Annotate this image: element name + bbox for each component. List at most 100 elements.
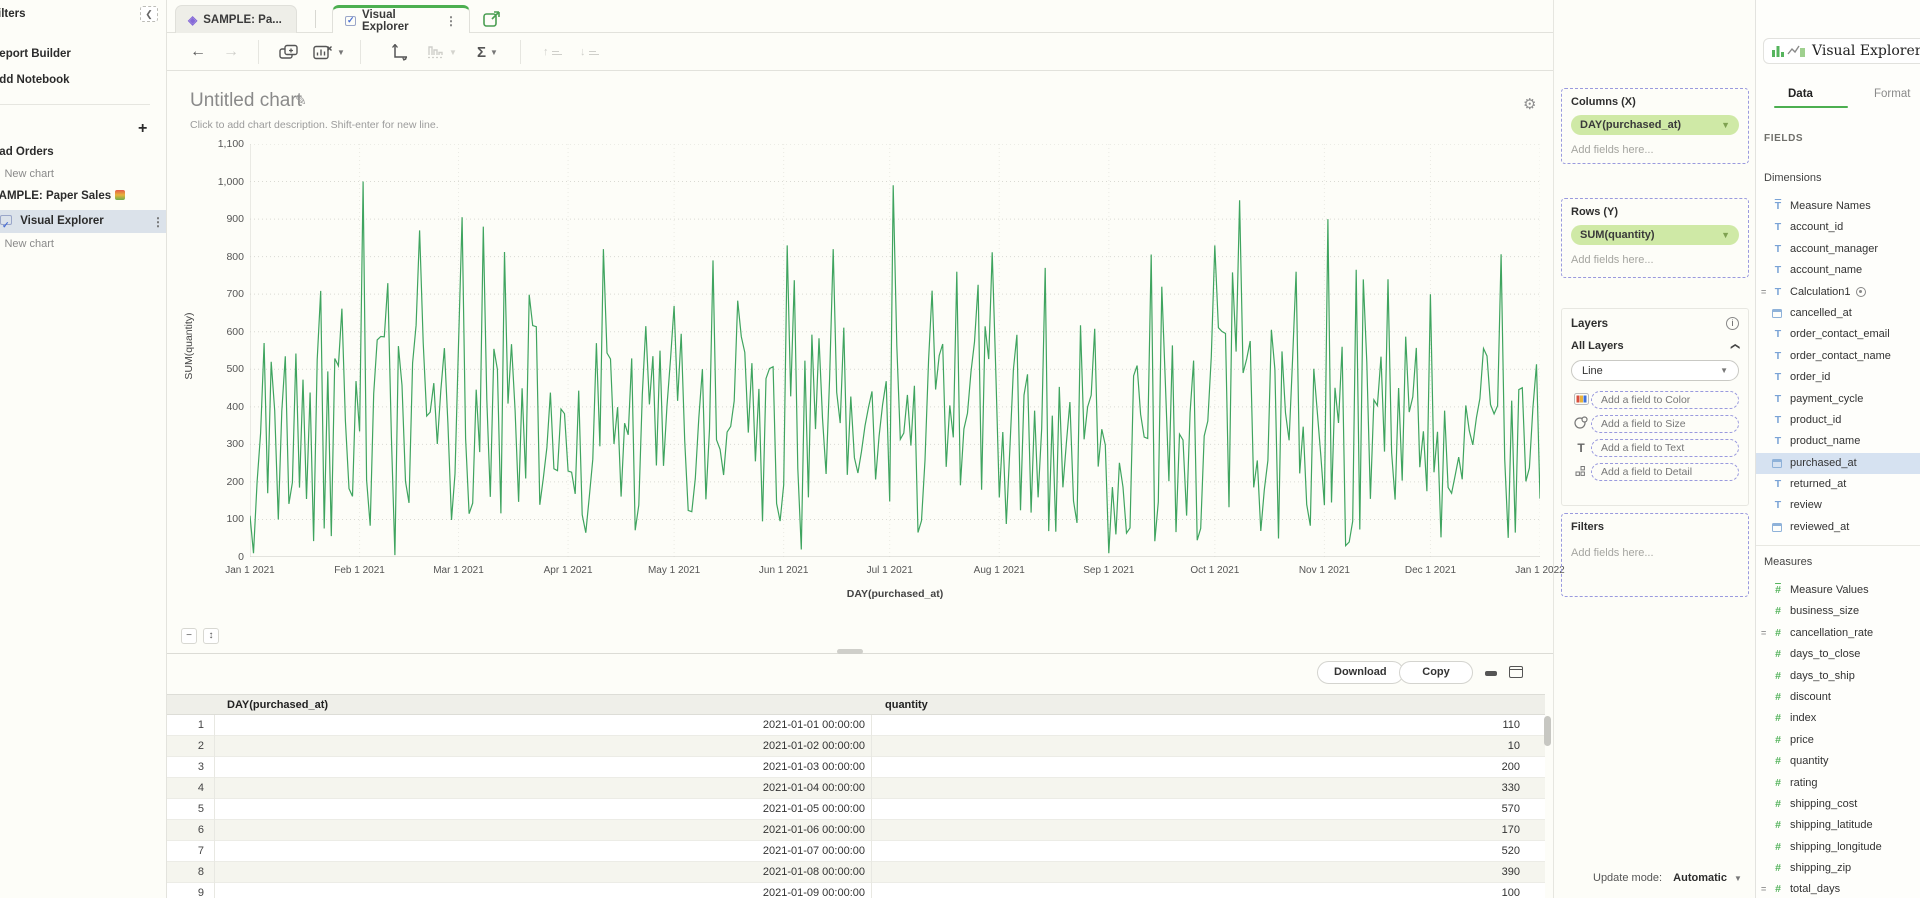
sidebar-item-sample-paper-sales[interactable]: SAMPLE: Paper Sales — [0, 190, 167, 202]
field-item-days-to-ship[interactable]: #days_to_ship — [1756, 666, 1920, 687]
chevron-down-icon[interactable]: ▼ — [1721, 230, 1730, 240]
add-field-to-color[interactable]: Add a field to Color — [1591, 391, 1739, 409]
rows-field-pill[interactable]: SUM(quantity) ▼ — [1571, 225, 1739, 245]
field-item-account-manager[interactable]: Taccount_manager — [1756, 239, 1920, 260]
add-fields-placeholder[interactable]: Add fields here... — [1571, 144, 1739, 156]
table-row[interactable]: 72021-01-07 00:00:00520 — [167, 841, 1545, 862]
histogram-icon[interactable]: ▼ — [427, 41, 457, 63]
field-item-shipping-cost[interactable]: #shipping_cost — [1756, 794, 1920, 815]
back-button[interactable]: ← — [190, 41, 206, 63]
remove-chart-icon[interactable]: ▼ — [313, 41, 345, 63]
share-chart-icon[interactable] — [482, 9, 504, 29]
tab-menu-icon[interactable]: ⋮ — [445, 14, 457, 28]
field-item-discount[interactable]: #discount — [1756, 687, 1920, 708]
aggregate-sigma-icon[interactable]: Σ▼ — [477, 41, 498, 63]
field-item-days-to-close[interactable]: #days_to_close — [1756, 644, 1920, 665]
tab-data[interactable]: Data — [1788, 88, 1813, 100]
chart-description-placeholder[interactable]: Click to add chart description. Shift-en… — [190, 119, 439, 131]
sidebar-item-report-builder[interactable]: Report Builder — [0, 48, 167, 60]
chart-title[interactable]: Untitled chart — [190, 90, 302, 112]
field-item-account-name[interactable]: Taccount_name — [1756, 260, 1920, 281]
field-item-total-days[interactable]: =#total_days — [1756, 879, 1920, 898]
expand-table-icon[interactable] — [1509, 666, 1523, 678]
field-item-order-id[interactable]: Torder_id — [1756, 367, 1920, 388]
table-row[interactable]: 52021-01-05 00:00:00570 — [167, 799, 1545, 820]
field-item-shipping-longitude[interactable]: #shipping_longitude — [1756, 837, 1920, 858]
chevron-down-icon[interactable]: ▼ — [1721, 120, 1730, 130]
item-menu-icon[interactable]: ⋮ — [152, 211, 164, 234]
info-icon[interactable]: i — [1726, 317, 1739, 330]
duplicate-chart-icon[interactable] — [279, 41, 299, 63]
field-item-business-size[interactable]: #business_size — [1756, 601, 1920, 622]
field-item-measure-names[interactable]: TMeasure Names — [1756, 196, 1920, 217]
sidebar-item-visual-explorer[interactable]: Visual Explorer ⋮ — [0, 210, 167, 233]
edit-title-pencil-icon[interactable]: ✎ — [295, 92, 307, 109]
columns-shelf[interactable]: Columns (X) DAY(purchased_at) ▼ Add fiel… — [1561, 88, 1749, 164]
field-item-reviewed-at[interactable]: reviewed_at — [1756, 517, 1920, 538]
swap-axes-icon[interactable] — [390, 41, 408, 63]
field-item-product-id[interactable]: Tproduct_id — [1756, 410, 1920, 431]
add-fields-placeholder[interactable]: Add fields here... — [1571, 254, 1739, 266]
add-field-to-size[interactable]: Add a field to Size — [1591, 415, 1739, 433]
tab-visual-explorer[interactable]: Visual Explorer ⋮ — [332, 5, 470, 33]
field-item-payment-cycle[interactable]: Tpayment_cycle — [1756, 389, 1920, 410]
collapse-table-icon[interactable] — [1485, 671, 1497, 676]
scrollbar-thumb[interactable] — [1544, 716, 1551, 746]
resize-grip[interactable] — [837, 649, 863, 654]
table-row[interactable]: 12021-01-01 00:00:00110 — [167, 715, 1545, 736]
tab-sample-paper-sales[interactable]: ◈ SAMPLE: Pa... — [175, 5, 297, 33]
table-row[interactable]: 82021-01-08 00:00:00390 — [167, 862, 1545, 883]
table-row[interactable]: 62021-01-06 00:00:00170 — [167, 820, 1545, 841]
add-field-to-text[interactable]: Add a field to Text — [1591, 439, 1739, 457]
field-item-review[interactable]: Treview — [1756, 495, 1920, 516]
table-row[interactable]: 42021-01-04 00:00:00330 — [167, 778, 1545, 799]
field-item-product-name[interactable]: Tproduct_name — [1756, 431, 1920, 452]
sidebar-item-add-notebook[interactable]: Add Notebook — [0, 74, 167, 86]
field-item-index[interactable]: #index — [1756, 708, 1920, 729]
field-item-purchased-at[interactable]: purchased_at — [1756, 453, 1920, 474]
field-item-order-contact-email[interactable]: Torder_contact_email — [1756, 324, 1920, 345]
tab-format[interactable]: Format — [1874, 88, 1910, 100]
add-report-button[interactable]: + — [138, 120, 147, 138]
col-header-quantity[interactable]: quantity — [885, 699, 928, 711]
field-item-account-id[interactable]: Taccount_id — [1756, 217, 1920, 238]
all-layers-toggle[interactable]: All Layers ❯ — [1571, 340, 1739, 352]
collapse-sidebar-icon[interactable]: ❮ — [140, 6, 158, 22]
table-scrollbar[interactable] — [1544, 716, 1551, 896]
field-item-quantity[interactable]: #quantity — [1756, 751, 1920, 772]
forward-button[interactable]: → — [223, 41, 239, 63]
field-item-shipping-latitude[interactable]: #shipping_latitude — [1756, 815, 1920, 836]
columns-field-pill[interactable]: DAY(purchased_at) ▼ — [1571, 115, 1739, 135]
chevron-down-icon[interactable]: ▼ — [1734, 874, 1742, 883]
copy-button[interactable]: Copy — [1399, 661, 1473, 684]
table-row[interactable]: 32021-01-03 00:00:00200 — [167, 757, 1545, 778]
table-row[interactable]: 92021-01-09 00:00:00100 — [167, 883, 1545, 898]
sidebar-item-bad-orders[interactable]: Bad Orders — [0, 146, 167, 158]
add-fields-placeholder[interactable]: Add fields here... — [1571, 547, 1739, 559]
sidebar-item-new-chart-2[interactable]: +New chart — [0, 238, 167, 250]
field-item-order-contact-name[interactable]: Torder_contact_name — [1756, 346, 1920, 367]
mark-type-select[interactable]: Line ▼ — [1571, 360, 1739, 381]
pan-vertical-icon[interactable]: ↕ — [203, 628, 219, 644]
chart-settings-gear-icon[interactable]: ⚙ — [1523, 95, 1536, 113]
field-item-measure-values[interactable]: #Measure Values — [1756, 580, 1920, 601]
download-button[interactable]: Download — [1317, 661, 1404, 684]
table-row[interactable]: 22021-01-02 00:00:0010 — [167, 736, 1545, 757]
add-field-to-detail[interactable]: Add a field to Detail — [1591, 463, 1739, 481]
sidebar-item-new-chart-1[interactable]: +New chart — [0, 168, 167, 180]
field-item-cancellation-rate[interactable]: =#cancellation_rate — [1756, 623, 1920, 644]
update-mode-select[interactable]: Automatic — [1673, 872, 1727, 884]
field-item-shipping-zip[interactable]: #shipping_zip — [1756, 858, 1920, 879]
line-chart-plot[interactable] — [250, 144, 1540, 557]
field-item-calculation1[interactable]: =TCalculation1 — [1756, 282, 1920, 303]
sort-descending-icon[interactable]: ↓ — [580, 41, 599, 63]
col-header-day[interactable]: DAY(purchased_at) — [227, 699, 328, 711]
zoom-out-icon[interactable]: − — [181, 628, 197, 644]
filters-shelf[interactable]: Filters Add fields here... — [1561, 513, 1749, 597]
field-item-rating[interactable]: #rating — [1756, 773, 1920, 794]
rows-shelf[interactable]: Rows (Y) SUM(quantity) ▼ Add fields here… — [1561, 198, 1749, 278]
field-item-price[interactable]: #price — [1756, 730, 1920, 751]
field-item-returned-at[interactable]: Treturned_at — [1756, 474, 1920, 495]
sort-ascending-icon[interactable]: ↑ — [543, 41, 562, 63]
field-item-cancelled-at[interactable]: cancelled_at — [1756, 303, 1920, 324]
